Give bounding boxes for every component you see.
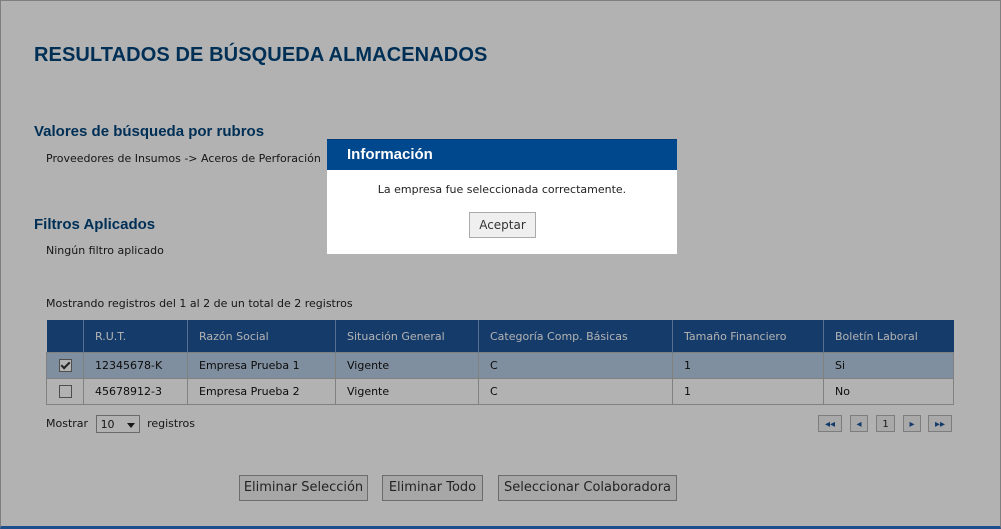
- results-page: RESULTADOS DE BÚSQUEDA ALMACENADOS Valor…: [0, 0, 1001, 529]
- dialog-message: La empresa fue seleccionada correctament…: [377, 183, 627, 196]
- info-dialog: Información La empresa fue seleccionada …: [327, 139, 677, 254]
- accept-button[interactable]: Aceptar: [469, 212, 536, 238]
- modal-overlay: [1, 1, 1000, 526]
- dialog-title: Información: [327, 139, 677, 170]
